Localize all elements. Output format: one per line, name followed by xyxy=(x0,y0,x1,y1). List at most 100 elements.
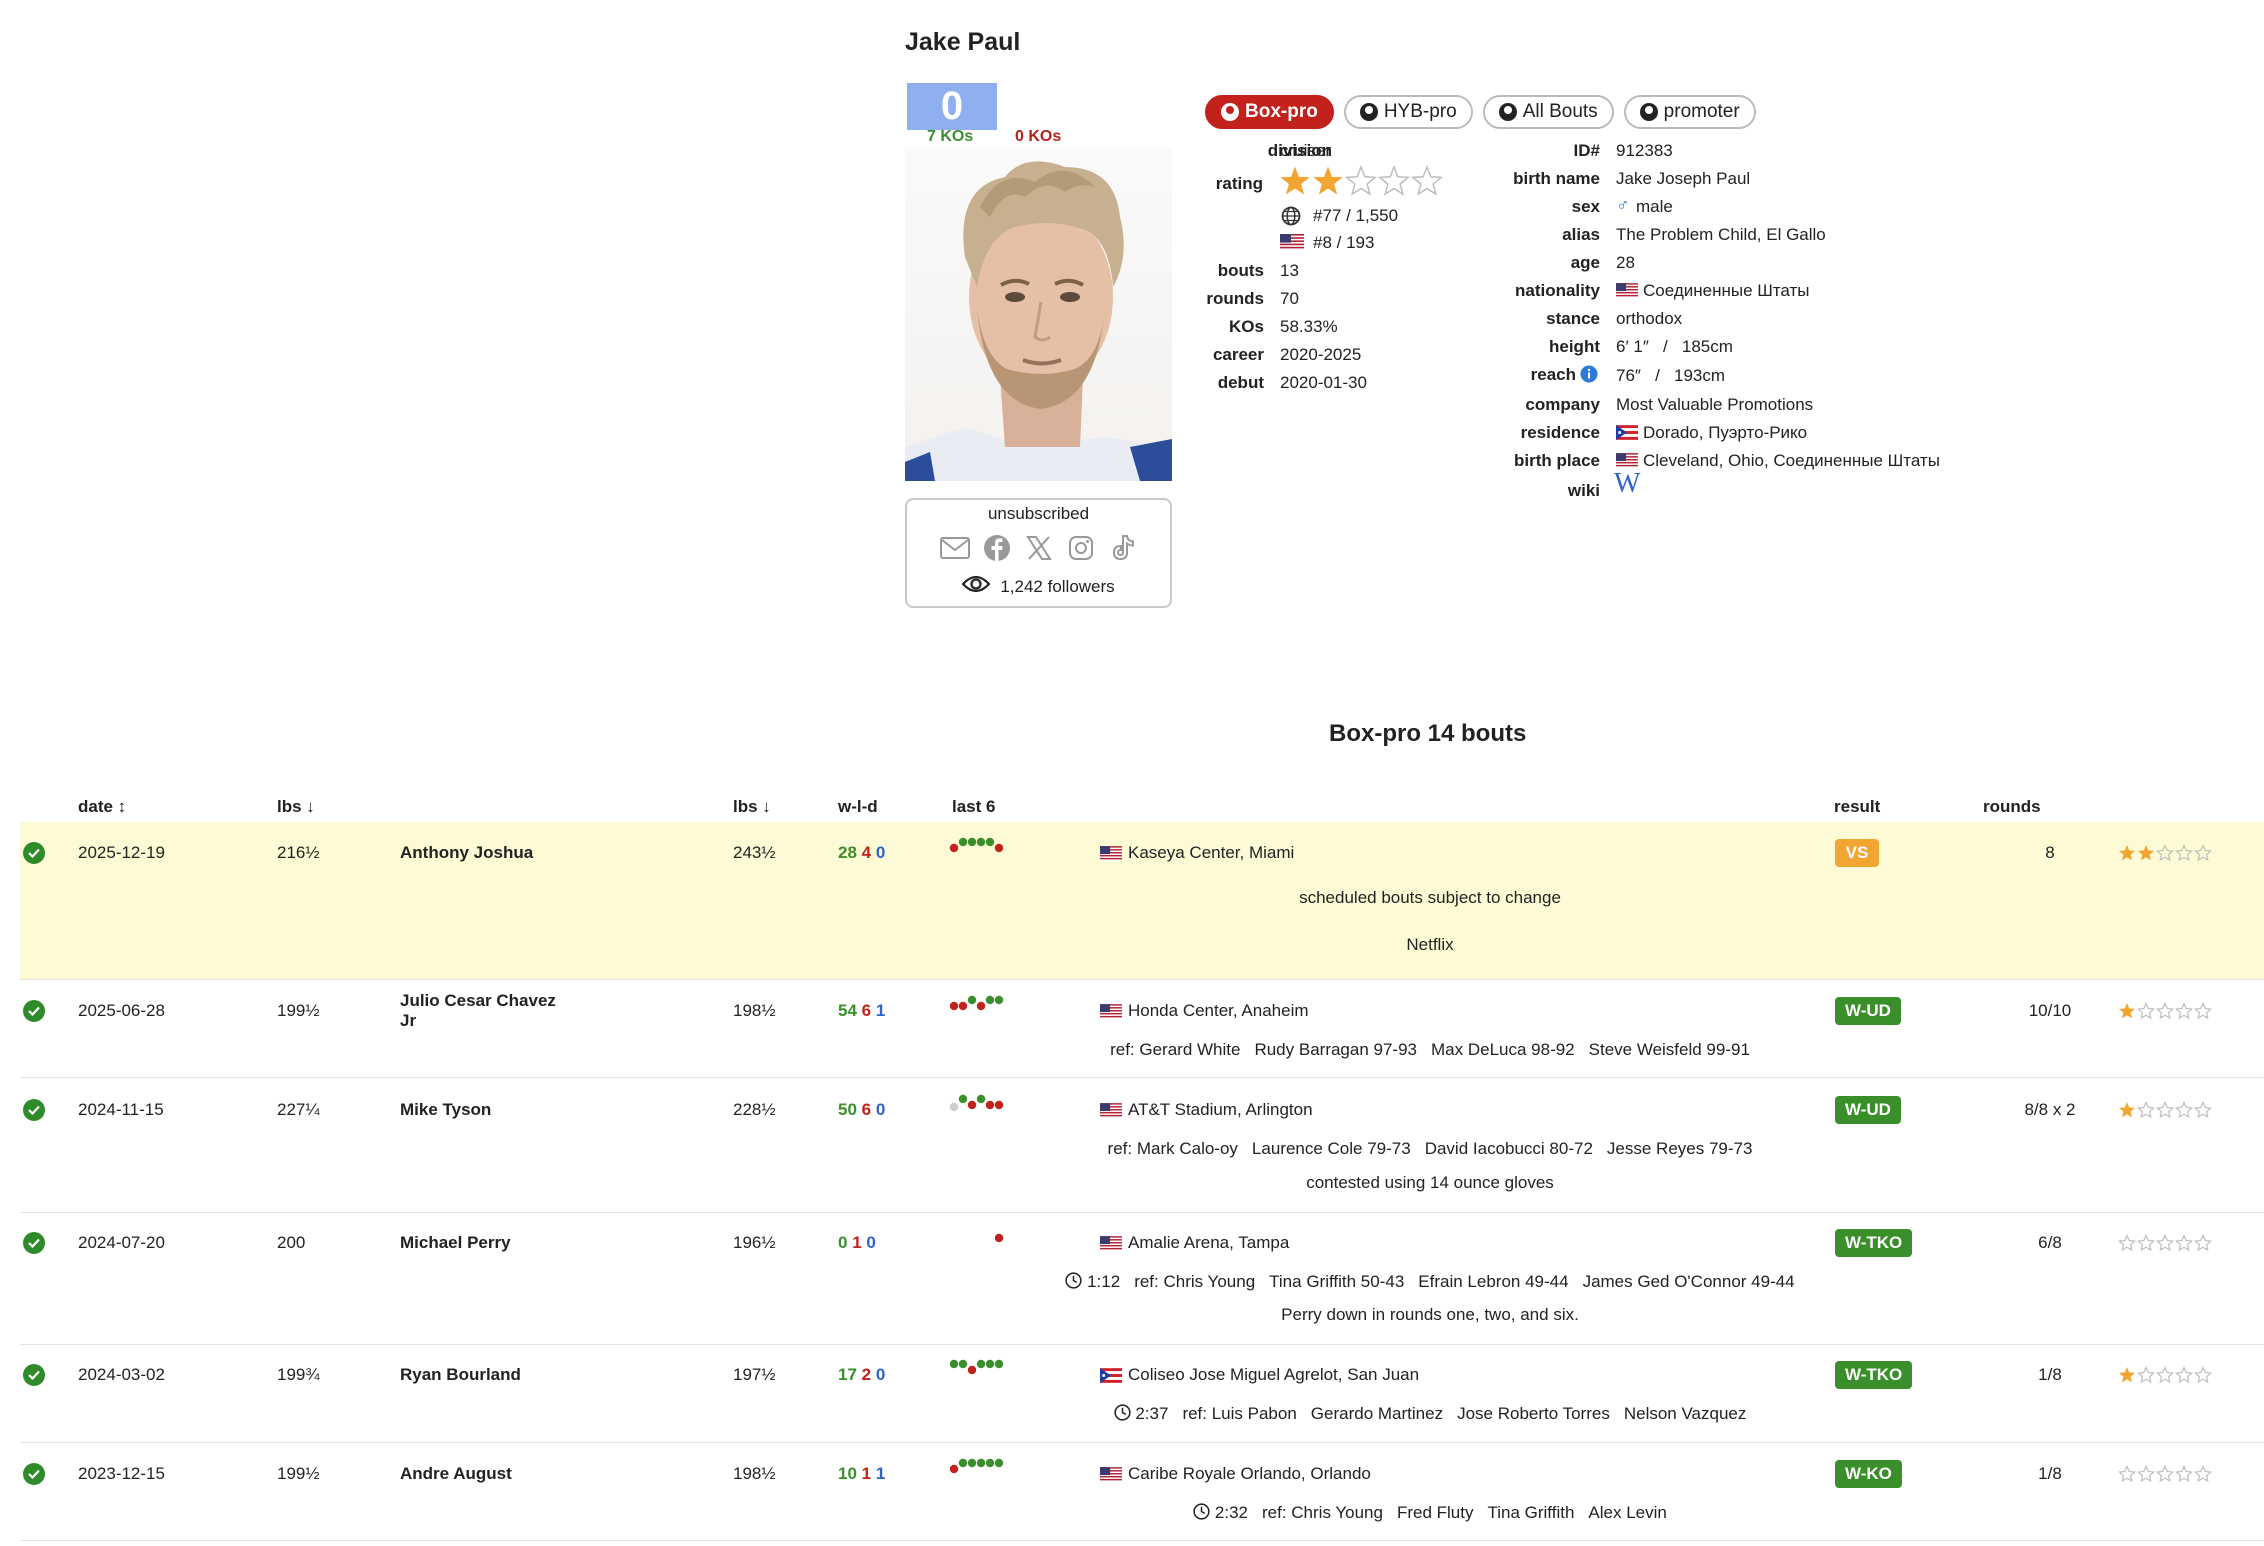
judge[interactable]: Steve Weisfeld 99-91 xyxy=(1589,1040,1750,1059)
kos-label: KOs xyxy=(1229,317,1264,336)
division-value[interactable]: cruiser xyxy=(1280,141,1331,161)
row-divider xyxy=(20,1212,2264,1213)
opponent-record: 17 2 0 xyxy=(838,1365,886,1384)
birth-name-label: birth name xyxy=(1513,169,1600,188)
opponent-record: 54 6 1 xyxy=(838,1001,886,1020)
rating-stars-icon xyxy=(1280,164,1444,196)
venue[interactable]: Amalie Arena, Tampa xyxy=(1128,1233,1289,1253)
judge[interactable]: Laurence Cole 79-73 xyxy=(1252,1139,1411,1158)
subscription-status: unsubscribed xyxy=(987,504,1090,523)
check-circle-icon xyxy=(23,842,45,864)
judge[interactable]: Alex Levin xyxy=(1588,1503,1666,1522)
opponent-name[interactable]: Ryan Bourland xyxy=(400,1365,521,1385)
company-value[interactable]: Most Valuable Promotions xyxy=(1616,395,1813,415)
nationality-value[interactable]: Соединенные Штаты xyxy=(1643,281,1810,301)
venue[interactable]: Kaseya Center, Miami xyxy=(1128,843,1294,863)
wikipedia-icon[interactable]: W xyxy=(1614,470,1640,498)
result-badge: W-TKO xyxy=(1835,1361,1913,1389)
opponent-name[interactable]: Andre August xyxy=(400,1464,512,1484)
officials-line: ref: Gerard White Rudy Barragan 97-93 Max … xyxy=(1000,1040,1860,1060)
us-flag-icon xyxy=(1100,846,1122,861)
last6-dots xyxy=(949,836,1009,863)
referee[interactable]: ref: Chris Young xyxy=(1134,1272,1255,1291)
x-icon[interactable] xyxy=(1023,532,1055,564)
stoppage-time: 2:32 xyxy=(1214,1503,1248,1522)
venue[interactable]: Honda Center, Anaheim xyxy=(1128,1001,1309,1021)
tab-promoter[interactable]: promoter xyxy=(1623,95,1756,129)
judge[interactable]: Nelson Vazquez xyxy=(1624,1404,1747,1423)
facebook-icon[interactable] xyxy=(981,532,1013,564)
col-rounds: rounds xyxy=(1983,797,2041,816)
boxer-portrait-illustration xyxy=(905,161,1172,481)
opponent-name[interactable]: Julio Cesar Chavez Jr xyxy=(400,991,556,1031)
tab-box-pro[interactable]: Box-pro xyxy=(1205,95,1334,129)
opponent-record: 50 6 0 xyxy=(838,1100,886,1119)
alias-label: alias xyxy=(1562,225,1600,244)
tab-all-bouts[interactable]: All Bouts xyxy=(1482,95,1614,129)
col-date[interactable]: date ↕ xyxy=(78,797,126,817)
judge[interactable]: Jose Roberto Torres xyxy=(1457,1404,1610,1423)
instagram-icon[interactable] xyxy=(1065,532,1097,564)
us-rank[interactable]: #8 / 193 xyxy=(1313,233,1374,253)
bout-date[interactable]: 2025-12-19 xyxy=(78,843,165,863)
bout-date[interactable]: 2024-03-02 xyxy=(78,1365,165,1385)
bout-date[interactable]: 2023-12-15 xyxy=(78,1464,165,1484)
tab-hyb-pro[interactable]: HYB-pro xyxy=(1343,95,1473,129)
judge[interactable]: Gerardo Martinez xyxy=(1311,1404,1443,1423)
stance-label: stance xyxy=(1546,309,1600,328)
opponent-name[interactable]: Michael Perry xyxy=(400,1233,511,1253)
mail-icon[interactable] xyxy=(939,532,971,564)
debut-value[interactable]: 2020-01-30 xyxy=(1280,373,1367,393)
tab-label: HYB-pro xyxy=(1383,101,1457,122)
last6-dots xyxy=(949,1093,1009,1120)
judge[interactable]: James Ged O'Connor 49-44 xyxy=(1583,1272,1795,1291)
referee[interactable]: ref: Mark Calo-oy xyxy=(1108,1139,1238,1158)
venue[interactable]: AT&T Stadium, Arlington xyxy=(1128,1100,1313,1120)
opponent-name[interactable]: Anthony Joshua xyxy=(400,843,533,863)
us-flag-icon xyxy=(1100,1004,1122,1019)
kos-value: 58.33% xyxy=(1280,317,1338,336)
row-divider xyxy=(20,1442,2264,1443)
user-circle-icon xyxy=(1639,103,1658,121)
info-icon[interactable] xyxy=(1580,365,1598,388)
judge[interactable]: Fred Fluty xyxy=(1397,1503,1474,1522)
bout-note: Perry down in rounds one, two, and six. xyxy=(1281,1305,1579,1324)
row-divider xyxy=(20,979,2264,980)
referee[interactable]: ref: Chris Young xyxy=(1262,1503,1383,1522)
col-lbs[interactable]: lbs ↓ xyxy=(277,797,315,817)
birth-place-value[interactable]: Cleveland, Ohio, Соединенные Штаты xyxy=(1643,451,1940,471)
us-flag-icon xyxy=(1100,1103,1122,1118)
judge[interactable]: Tina Griffith 50-43 xyxy=(1269,1272,1404,1291)
boxer-photo xyxy=(905,147,1172,481)
referee[interactable]: ref: Luis Pabon xyxy=(1182,1404,1296,1423)
clock-icon xyxy=(1193,1503,1210,1522)
judge[interactable]: David Iacobucci 80-72 xyxy=(1425,1139,1593,1158)
debut-label: debut xyxy=(1217,373,1264,392)
referee[interactable]: ref: Gerard White xyxy=(1110,1040,1240,1059)
followers-count[interactable]: 1,242 followers xyxy=(1000,577,1114,597)
tiktok-icon[interactable] xyxy=(1107,532,1139,564)
bout-rating-stars xyxy=(2118,1366,2212,1384)
venue[interactable]: Coliseo Jose Miguel Agrelot, San Juan xyxy=(1128,1365,1419,1385)
bouts-value: 13 xyxy=(1280,261,1299,280)
opponent-name[interactable]: Mike Tyson xyxy=(400,1100,491,1120)
rating-label: rating xyxy=(1215,174,1263,193)
eye-icon xyxy=(961,574,991,599)
judge[interactable]: Jesse Reyes 79-73 xyxy=(1607,1139,1753,1158)
judge[interactable]: Tina Griffith xyxy=(1487,1503,1574,1522)
venue[interactable]: Caribe Royale Orlando, Orlando xyxy=(1128,1464,1371,1484)
judge[interactable]: Max DeLuca 98-92 xyxy=(1431,1040,1575,1059)
bout-date[interactable]: 2025-06-28 xyxy=(78,1001,165,1021)
loss-kos: 0 KOs xyxy=(1015,128,1062,145)
col-opp-lbs[interactable]: lbs ↓ xyxy=(733,797,771,817)
residence-value[interactable]: Dorado, Пуэрто-Рико xyxy=(1643,423,1807,443)
judge[interactable]: Efrain Lebron 49-44 xyxy=(1418,1272,1568,1291)
bout-date[interactable]: 2024-11-15 xyxy=(78,1100,164,1120)
result-badge: W-TKO xyxy=(1835,1229,1913,1257)
world-rank[interactable]: #77 / 1,550 xyxy=(1313,206,1398,226)
officials-line: 2:32 ref: Chris Young Fred Fluty Tina Griff… xyxy=(1000,1503,1860,1523)
draws-count[interactable]: 0 xyxy=(905,83,997,130)
judge[interactable]: Rudy Barragan 97-93 xyxy=(1254,1040,1417,1059)
bout-date[interactable]: 2024-07-20 xyxy=(78,1233,165,1253)
check-circle-icon xyxy=(23,1364,45,1386)
